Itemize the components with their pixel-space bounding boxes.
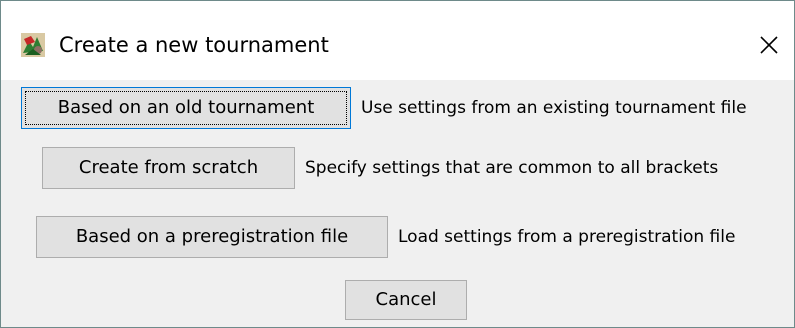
option-description: Use settings from an existing tournament…	[361, 98, 747, 118]
create-tournament-dialog: Create a new tournament Based on an old …	[0, 0, 795, 328]
button-label: Cancel	[375, 289, 437, 310]
close-icon	[760, 36, 778, 54]
button-label: Based on a preregistration file	[75, 226, 349, 247]
button-label: Create from scratch	[78, 157, 259, 178]
based-on-preregistration-file-button[interactable]: Based on a preregistration file	[36, 216, 388, 258]
create-from-scratch-button[interactable]: Create from scratch	[42, 147, 295, 189]
dialog-title: Create a new tournament	[59, 33, 329, 57]
dialog-content: Based on an old tournament Use settings …	[1, 80, 794, 327]
based-on-old-tournament-button[interactable]: Based on an old tournament	[21, 87, 351, 129]
option-description: Specify settings that are common to all …	[305, 158, 719, 178]
close-button[interactable]	[753, 29, 785, 61]
cancel-button[interactable]: Cancel	[345, 280, 467, 320]
option-description: Load settings from a preregistration fil…	[398, 227, 736, 247]
title-bar[interactable]: Create a new tournament	[1, 1, 794, 80]
tournament-app-icon	[21, 33, 45, 57]
button-label: Based on an old tournament	[57, 97, 315, 118]
